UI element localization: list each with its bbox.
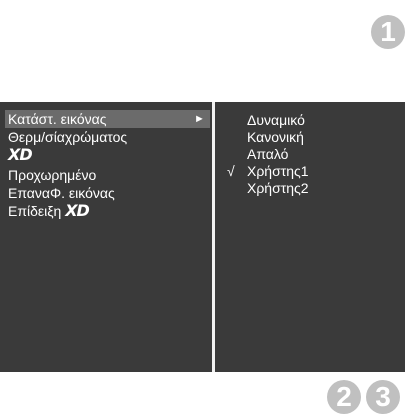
step-2-badge: 2	[327, 380, 361, 414]
menu-item-xd[interactable]: XD	[5, 146, 210, 164]
submenu-item-label: Χρήστης1	[247, 163, 309, 179]
submenu-item-user2[interactable]: Χρήστης2	[217, 180, 400, 197]
check-mark-icon: √	[227, 163, 235, 179]
menu-item-xd-demo[interactable]: Επίδειξη XD	[5, 202, 210, 220]
submenu-item-user1[interactable]: √ Χρήστης1	[217, 163, 400, 180]
menu-item-label: Επίδειξη	[8, 203, 62, 219]
right-arrow-icon: ►	[194, 113, 205, 125]
menu-item-label: Προχωρημένο	[8, 167, 97, 183]
submenu-item-label: Κανονική	[247, 129, 304, 145]
xd-logo: XD	[65, 201, 90, 220]
step-3-badge: 3	[366, 380, 400, 414]
manual-page: 1 Κατάστ. εικόνας ► Θερμ/σίαχρώματος XD …	[0, 0, 405, 417]
menu-item-label-group: Επίδειξη XD	[8, 201, 90, 220]
submenu-item-label: Χρήστης2	[247, 180, 309, 196]
menu-item-picture-mode[interactable]: Κατάστ. εικόνας ►	[5, 110, 210, 128]
submenu-item-mild[interactable]: Απαλό	[217, 146, 400, 163]
menu-item-picture-reset[interactable]: ΕπαναΦ. εικόνας	[5, 184, 210, 202]
xd-logo: XD	[8, 145, 33, 164]
picture-mode-submenu: Δυναμικό Κανονική Απαλό √ Χρήστης1 Χρήστ…	[217, 106, 400, 368]
menu-item-advanced[interactable]: Προχωρημένο	[5, 166, 210, 184]
submenu-item-dynamic[interactable]: Δυναμικό	[217, 112, 400, 129]
step-1-badge: 1	[371, 15, 405, 49]
menu-item-color-temperature[interactable]: Θερμ/σίαχρώματος	[5, 128, 210, 146]
panel-divider	[212, 102, 215, 372]
menu-item-label: Θερμ/σίαχρώματος	[8, 129, 128, 145]
menu-item-label: ΕπαναΦ. εικόνας	[8, 185, 115, 201]
picture-menu: Κατάστ. εικόνας ► Θερμ/σίαχρώματος XD Πρ…	[5, 106, 210, 368]
submenu-item-standard[interactable]: Κανονική	[217, 129, 400, 146]
tv-osd-screen: Κατάστ. εικόνας ► Θερμ/σίαχρώματος XD Πρ…	[0, 102, 405, 372]
menu-item-label: Κατάστ. εικόνας	[8, 111, 107, 127]
submenu-item-label: Δυναμικό	[247, 112, 305, 128]
submenu-item-label: Απαλό	[247, 146, 289, 162]
